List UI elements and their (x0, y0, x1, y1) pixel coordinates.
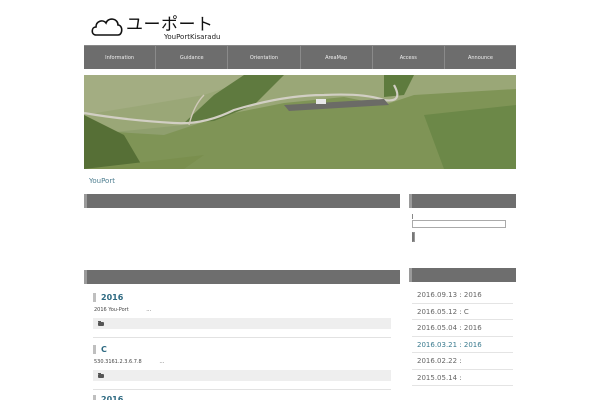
post-item: 2016 (93, 395, 391, 400)
recent-post-link[interactable]: 2016.03.21 : 2016 (412, 337, 513, 353)
post-title[interactable]: C (93, 345, 391, 354)
search-button[interactable] (412, 232, 415, 242)
post-excerpt-text: 2016 You-Port (94, 307, 129, 313)
nav-item-information[interactable]: Information (84, 46, 157, 69)
post-excerpt: 530.3161.2.3.6.7.8 … (93, 359, 391, 365)
recent-post-link[interactable]: 2016.02.22 : (412, 353, 513, 370)
post-title[interactable]: 2016 (93, 395, 391, 400)
recent-post-link[interactable]: 2016.05.04 : 2016 (412, 320, 513, 337)
read-more-link[interactable]: … (159, 359, 164, 365)
nav-item-areamap[interactable]: AreaMap (301, 46, 373, 69)
hero-aerial-image (84, 75, 516, 169)
read-more-link[interactable]: … (146, 307, 151, 313)
post-meta (93, 318, 391, 329)
search-input[interactable] (412, 220, 506, 228)
nav-item-announce[interactable]: Announce (445, 46, 516, 69)
nav-item-access[interactable]: Access (373, 46, 445, 69)
post-item: C 530.3161.2.3.6.7.8 … (93, 345, 391, 381)
folder-icon[interactable] (98, 372, 104, 378)
post-title[interactable]: 2016 (93, 293, 391, 302)
post-excerpt-text: 530.3161.2.3.6.7.8 (94, 359, 142, 365)
main-nav: Information Guidance Orientation AreaMap… (84, 45, 516, 69)
folder-icon[interactable] (98, 320, 104, 326)
nav-item-orientation[interactable]: Orientation (228, 46, 301, 69)
post-divider (93, 337, 391, 338)
post-item: 2016 2016 You-Port … (93, 293, 391, 329)
post-divider (93, 389, 391, 390)
main-section-header (84, 194, 400, 208)
sidebar-recent-header (409, 268, 516, 282)
posts-section-header (84, 270, 400, 284)
recent-post-link[interactable]: 2016.09.13 : 2016 (412, 287, 513, 304)
site-title: ユーポート (126, 15, 214, 35)
recent-post-link[interactable]: 2015.05.14 : (412, 370, 513, 386)
recent-post-link[interactable]: 2016.05.12 : C (412, 304, 513, 320)
recent-posts-list: 2016.09.13 : 2016 2016.05.12 : C 2016.05… (412, 287, 513, 386)
nav-item-guidance[interactable]: Guidance (156, 46, 229, 69)
search-label (412, 214, 413, 219)
post-excerpt: 2016 You-Port … (93, 307, 391, 313)
breadcrumb[interactable]: YouPort (89, 177, 115, 185)
post-meta (93, 370, 391, 381)
site-logo[interactable]: ユーポート YouPortKisaradu (88, 9, 248, 41)
cloud-logo-icon (91, 18, 123, 36)
site-subtitle: YouPortKisaradu (164, 33, 221, 41)
sidebar-search-header (409, 194, 516, 208)
